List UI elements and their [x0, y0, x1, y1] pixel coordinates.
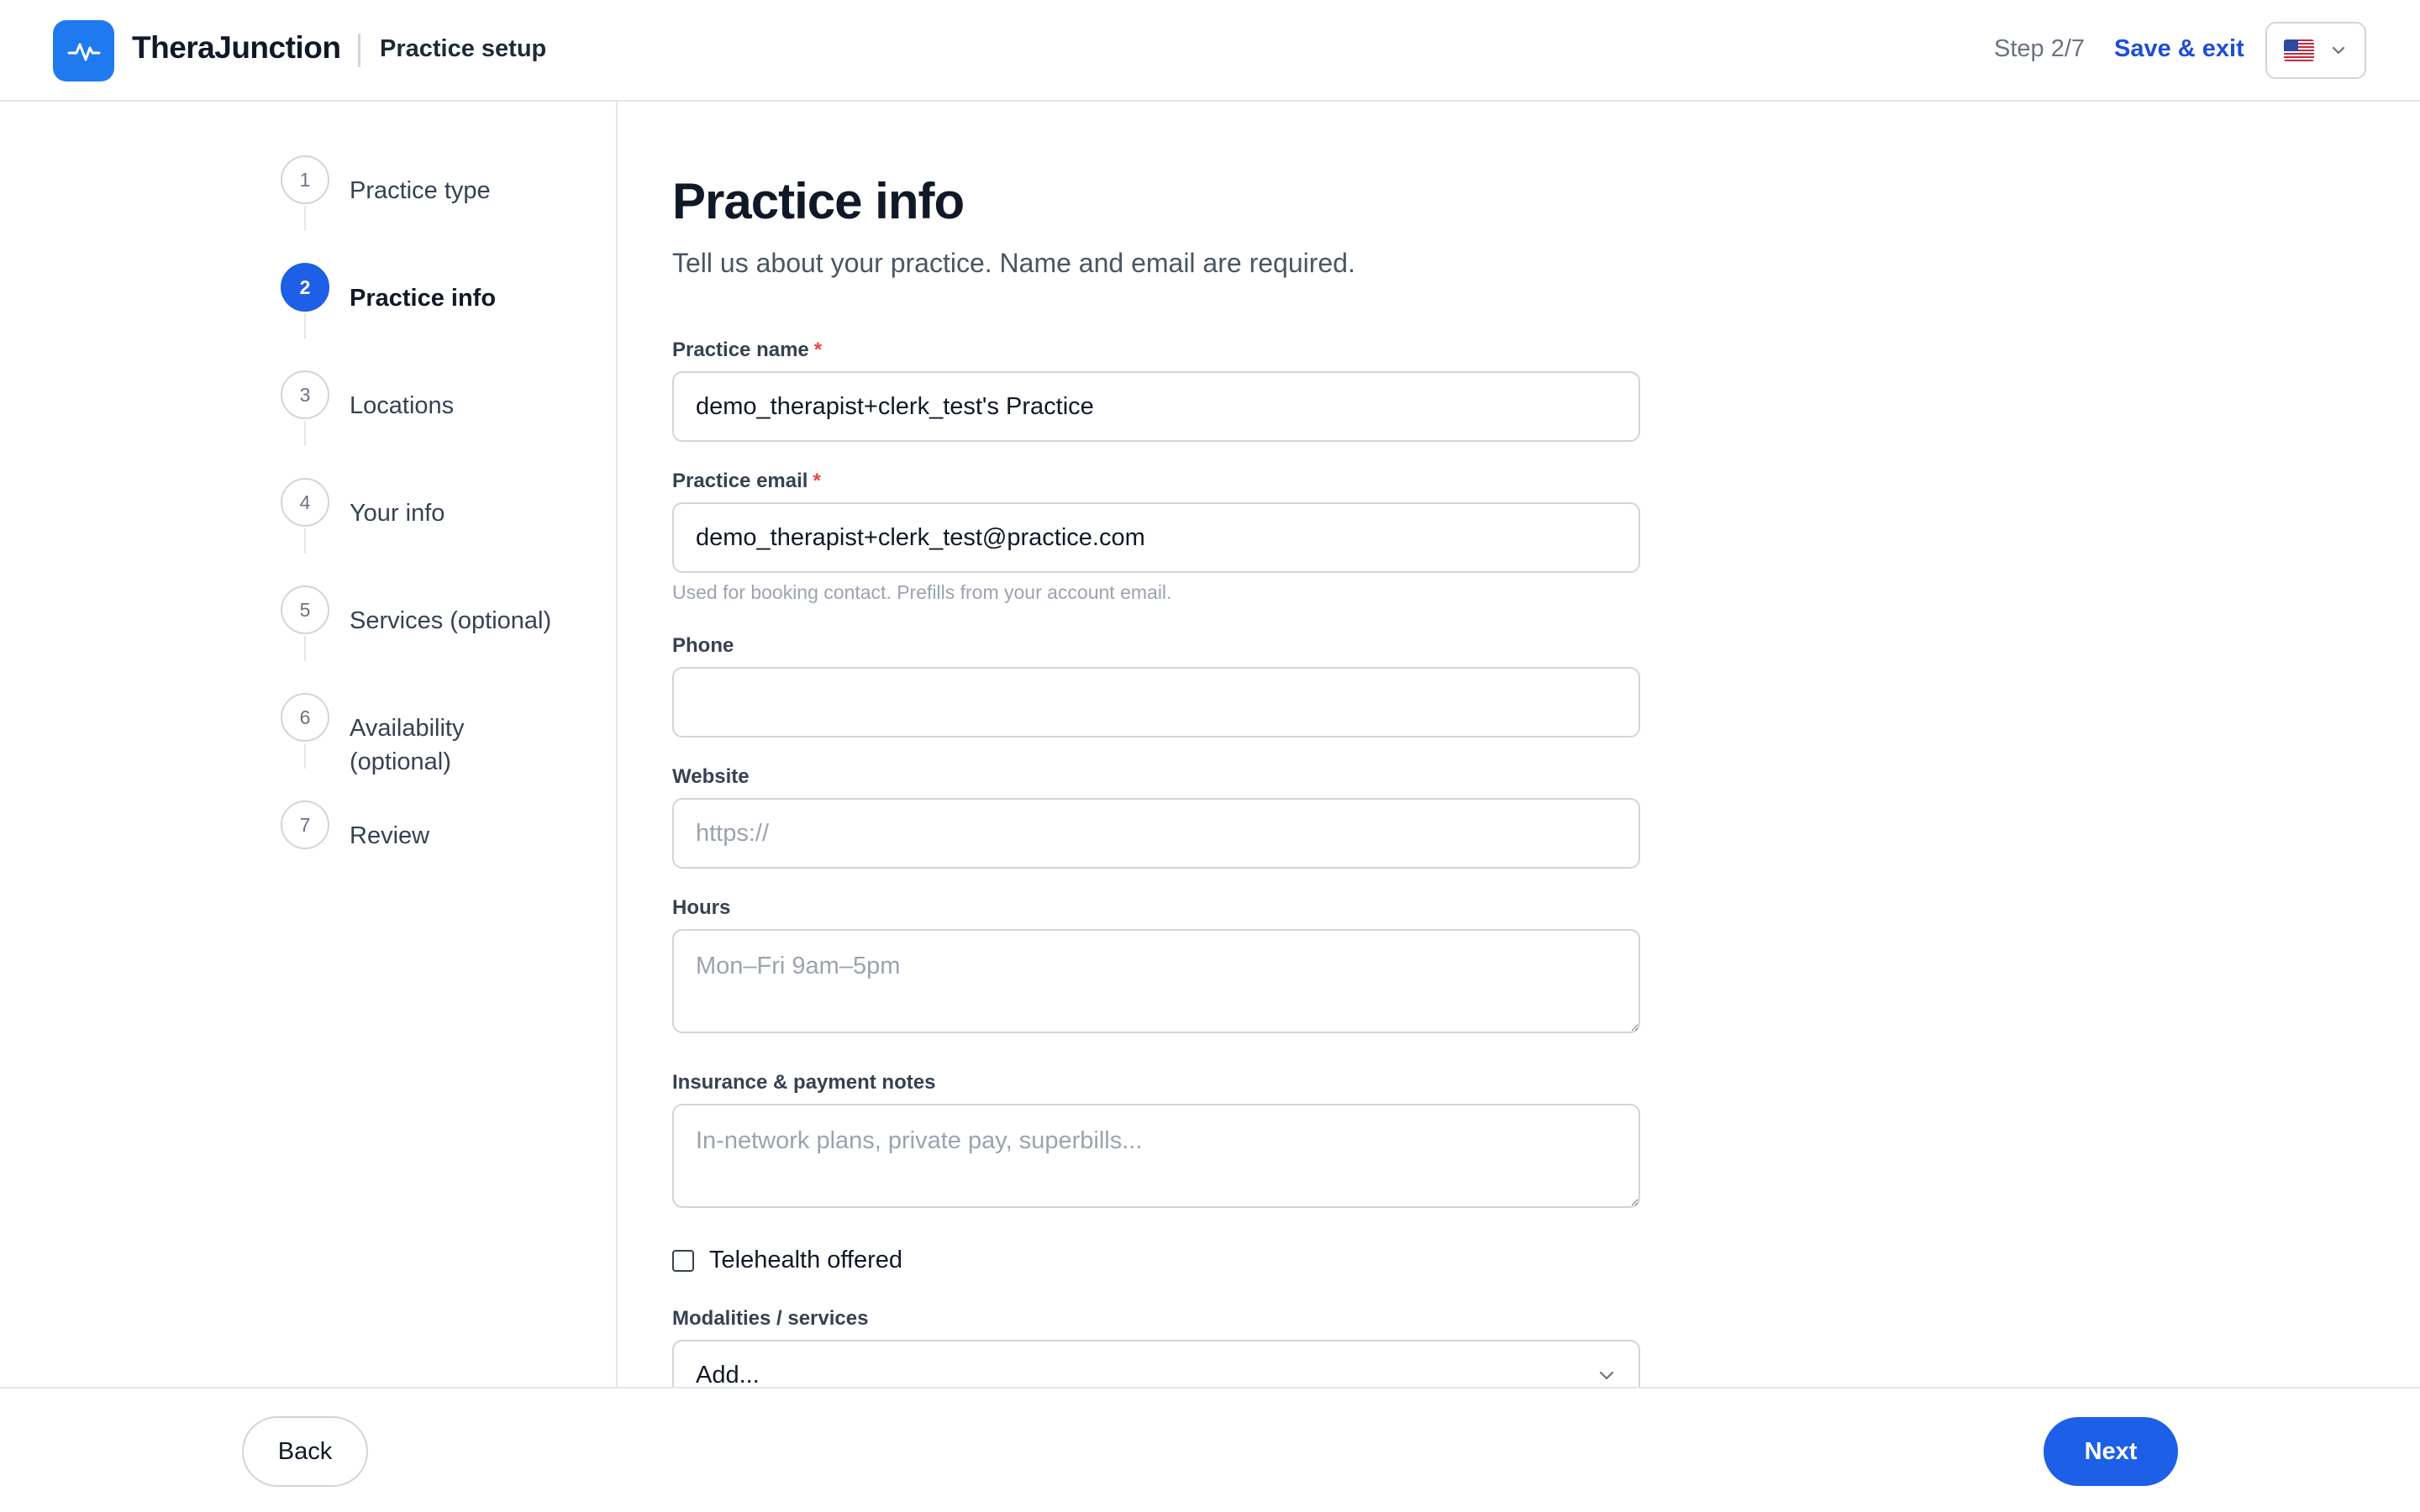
- website-input[interactable]: [672, 798, 1640, 869]
- step-connector: [304, 743, 306, 769]
- step-number: 7: [281, 801, 329, 849]
- step-connector: [304, 206, 306, 231]
- step-indicator: Step 2/7: [1994, 35, 2086, 62]
- practice-name-label: Practice name *: [672, 339, 823, 361]
- telehealth-option[interactable]: Telehealth offered: [672, 1247, 902, 1274]
- telehealth-label: Telehealth offered: [709, 1247, 903, 1273]
- chevron-down-icon: [2332, 46, 2345, 55]
- email-help-text: Used for booking contact. Prefills from …: [672, 581, 1172, 603]
- hours-textarea[interactable]: [672, 929, 1640, 1033]
- step-connector: [304, 636, 306, 661]
- step-label: Your info: [350, 500, 445, 527]
- practice-name-input[interactable]: [672, 371, 1640, 442]
- steps-sidebar: 1 Practice type 2 Practice info 3 Locati…: [0, 102, 618, 1387]
- step-number: 2: [281, 263, 329, 312]
- header-subtitle: Practice setup: [380, 35, 547, 62]
- back-button[interactable]: Back: [242, 1416, 368, 1487]
- step-connector: [304, 528, 306, 554]
- page-description: Tell us about your practice. Name and em…: [672, 248, 1355, 278]
- header-divider: [358, 34, 360, 67]
- telehealth-checkbox[interactable]: [672, 1249, 694, 1272]
- insurance-textarea[interactable]: [672, 1104, 1640, 1208]
- pulse-logo-icon: [53, 20, 114, 81]
- modalities-label: Modalities / services: [672, 1307, 869, 1330]
- step-label: Review: [350, 822, 430, 849]
- required-mark: *: [813, 470, 821, 492]
- phone-input[interactable]: [672, 667, 1640, 738]
- chevron-down-icon: [1599, 1371, 1614, 1380]
- step-connector: [304, 421, 306, 446]
- us-flag-icon: [2284, 39, 2314, 61]
- required-mark: *: [813, 339, 823, 361]
- practice-email-label: Practice email *: [672, 470, 821, 492]
- step-label: Practice type: [350, 177, 491, 204]
- modalities-selected-value: Add...: [696, 1362, 760, 1389]
- step-label: Practice info: [350, 285, 497, 312]
- hours-label: Hours: [672, 896, 731, 919]
- practice-email-input[interactable]: [672, 502, 1640, 573]
- step-label: Availability (optional): [350, 715, 465, 775]
- step-number: 1: [281, 155, 329, 204]
- step-number: 3: [281, 370, 329, 419]
- website-label: Website: [672, 765, 750, 788]
- next-button[interactable]: Next: [2044, 1417, 2178, 1486]
- footer-bar: Back Next: [0, 1387, 2420, 1512]
- step-number: 4: [281, 478, 329, 527]
- page-title: Practice info: [672, 173, 965, 229]
- brand-name: TheraJunction: [132, 30, 341, 65]
- language-selector[interactable]: [2265, 22, 2366, 79]
- phone-label: Phone: [672, 634, 734, 657]
- step-number: 6: [281, 693, 329, 742]
- step-label: Locations: [350, 392, 455, 419]
- step-connector: [304, 313, 306, 339]
- step-label: Services (optional): [350, 607, 552, 634]
- top-header: TheraJunction Practice setup Step 2/7 Sa…: [0, 0, 2420, 102]
- step-number: 5: [281, 585, 329, 634]
- save-exit-link[interactable]: Save & exit: [2114, 35, 2244, 63]
- insurance-label: Insurance & payment notes: [672, 1071, 936, 1094]
